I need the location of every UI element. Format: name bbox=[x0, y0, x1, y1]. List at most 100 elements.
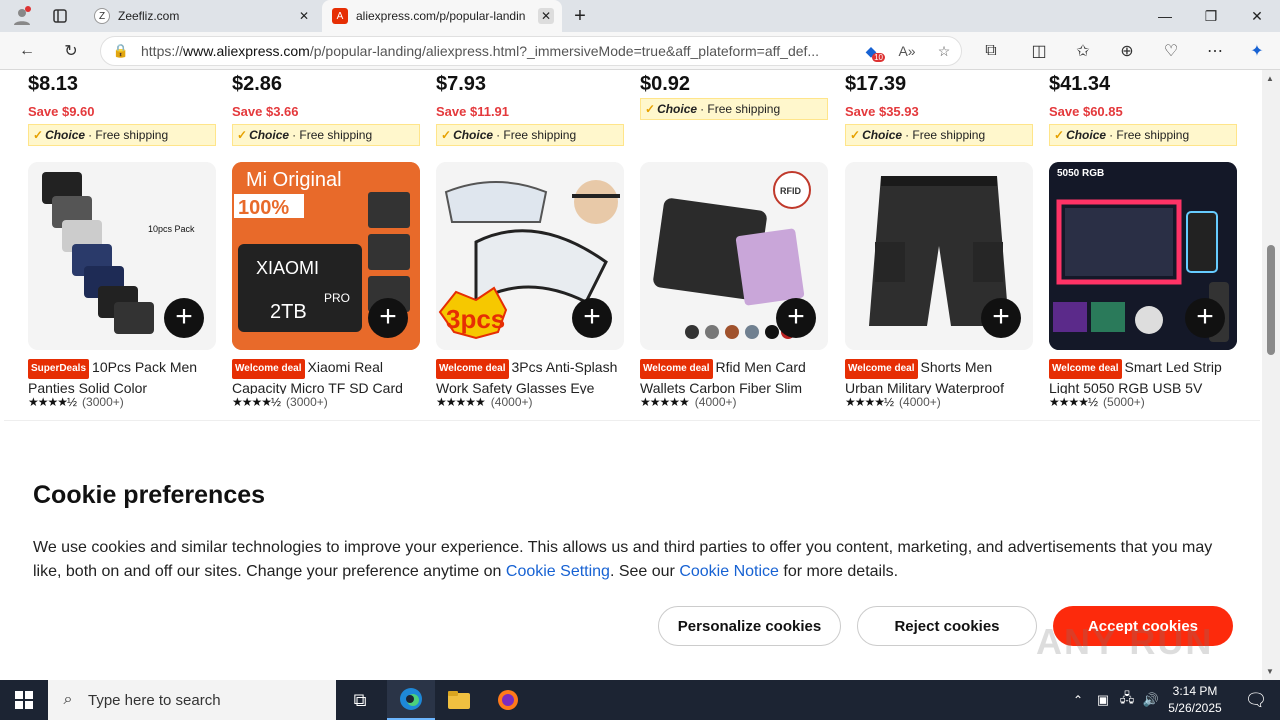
product-card[interactable]: RFID + Welcome deal Rfid Men Card Wallets… bbox=[640, 162, 828, 409]
read-aloud-icon[interactable]: A» bbox=[887, 43, 927, 59]
stars-icon: ★★★★½ bbox=[845, 395, 894, 409]
svg-text:RFID: RFID bbox=[780, 186, 801, 196]
price: $2.86 bbox=[232, 73, 283, 95]
tab-actions-icon[interactable] bbox=[40, 0, 80, 32]
svg-text:10pcs Pack: 10pcs Pack bbox=[148, 224, 195, 234]
product-title[interactable]: Welcome deal 3Pcs Anti-Splash Work Safety… bbox=[436, 358, 624, 394]
tab-zeefliz[interactable]: Z Zeefliz.com ✕ bbox=[84, 0, 320, 32]
deal-badge: Welcome deal bbox=[232, 359, 305, 379]
extension-badge: 10 bbox=[872, 52, 885, 62]
product-rating: ★★★★★ (4000+) bbox=[436, 395, 533, 409]
product-card[interactable]: 10pcs Pack + SuperDeals 10Pcs Pack Men Pa… bbox=[28, 162, 216, 409]
product-card[interactable]: + Welcome deal Shorts Men Urban Military … bbox=[845, 162, 1033, 409]
deal-badge: SuperDeals bbox=[28, 359, 90, 379]
add-to-cart-button[interactable]: + bbox=[981, 298, 1021, 338]
personalize-cookies-button[interactable]: Personalize cookies bbox=[658, 606, 841, 646]
product-image-sd-card[interactable]: Mi Original 100% XIAOMI 2TB PRO + bbox=[232, 162, 420, 350]
choice-shipping-badge: ✓ Choice · Free shipping bbox=[436, 124, 624, 146]
taskbar-search-box[interactable]: ⌕ Type here to search bbox=[48, 680, 336, 720]
svg-text:2TB: 2TB bbox=[270, 301, 307, 323]
cookie-notice-link[interactable]: Cookie Notice bbox=[679, 563, 779, 580]
more-menu-icon[interactable]: ⋯ bbox=[1200, 36, 1230, 66]
close-tab-icon[interactable]: ✕ bbox=[296, 8, 312, 24]
add-to-cart-button[interactable]: + bbox=[776, 298, 816, 338]
volume-icon[interactable]: 🔊 bbox=[1140, 680, 1162, 720]
product-title[interactable]: SuperDeals 10Pcs Pack Men Panties Solid C… bbox=[28, 358, 216, 394]
stars-icon: ★★★★½ bbox=[28, 395, 77, 409]
add-to-cart-button[interactable]: + bbox=[572, 298, 612, 338]
product-image-safety-glasses[interactable]: 3pcs + bbox=[436, 162, 624, 350]
device-icon[interactable]: ▣ bbox=[1092, 680, 1114, 720]
product-image-wallet[interactable]: RFID + bbox=[640, 162, 828, 350]
favorite-star-icon[interactable]: ☆ bbox=[927, 43, 961, 60]
price: $0.92 bbox=[640, 73, 691, 95]
task-view-icon[interactable]: ⧉ bbox=[336, 680, 384, 720]
extension-shield-icon[interactable]: ◆ 10 bbox=[855, 43, 887, 62]
product-image-shorts[interactable]: + bbox=[845, 162, 1033, 350]
back-icon[interactable]: ← bbox=[12, 36, 42, 66]
close-window-icon[interactable]: ✕ bbox=[1234, 0, 1280, 32]
product-title[interactable]: Welcome deal Rfid Men Card Wallets Carbon… bbox=[640, 358, 828, 394]
scroll-up-icon[interactable]: ▲ bbox=[1266, 74, 1274, 83]
reject-cookies-button[interactable]: Reject cookies bbox=[857, 606, 1037, 646]
close-tab-icon[interactable]: ✕ bbox=[538, 8, 554, 24]
page-scrollbar[interactable]: ▲ ▼ bbox=[1262, 70, 1280, 680]
file-explorer-icon[interactable] bbox=[435, 680, 483, 720]
save-amount: Save $11.91 bbox=[436, 104, 510, 119]
edge-browser-icon[interactable] bbox=[387, 680, 435, 720]
stars-icon: ★★★★★ bbox=[640, 395, 690, 409]
product-image-led-strip[interactable]: 5050 RGB + bbox=[1049, 162, 1237, 350]
notifications-icon[interactable]: 🗨 bbox=[1232, 680, 1280, 720]
search-placeholder: Type here to search bbox=[88, 691, 221, 709]
zeefliz-favicon-icon: Z bbox=[94, 8, 110, 24]
product-rating: ★★★★½ (3000+) bbox=[232, 395, 328, 409]
tab-aliexpress[interactable]: A aliexpress.com/p/popular-landin ✕ bbox=[322, 0, 562, 32]
stars-icon: ★★★★½ bbox=[232, 395, 281, 409]
copilot-icon[interactable]: ✦ bbox=[1242, 36, 1272, 66]
browser-toolbar: ← ↻ 🔒 https://www.aliexpress.com/p/popul… bbox=[0, 32, 1280, 70]
svg-text:5050 RGB: 5050 RGB bbox=[1057, 168, 1104, 179]
browser-essentials-icon[interactable]: ♡ bbox=[1156, 36, 1186, 66]
new-tab-icon[interactable]: + bbox=[564, 0, 596, 32]
windows-taskbar: ⌕ Type here to search ⧉ ⌃ ▣ 🖧 🔊 3:14 PM … bbox=[0, 680, 1280, 720]
product-card[interactable]: 3pcs + Welcome deal 3Pcs Anti-Splash Work… bbox=[436, 162, 624, 409]
extensions-icon[interactable]: ⧉ bbox=[976, 36, 1006, 66]
aliexpress-favicon-icon: A bbox=[332, 8, 348, 24]
product-card[interactable]: Mi Original 100% XIAOMI 2TB PRO + Welcom… bbox=[232, 162, 420, 409]
url-text[interactable]: https://www.aliexpress.com/p/popular-lan… bbox=[141, 43, 855, 59]
tab-title: aliexpress.com/p/popular-landin bbox=[356, 9, 526, 23]
price: $17.39 bbox=[845, 73, 907, 95]
scroll-down-icon[interactable]: ▼ bbox=[1266, 667, 1274, 676]
svg-text:XIAOMI: XIAOMI bbox=[256, 258, 319, 278]
cookie-setting-link[interactable]: Cookie Setting bbox=[506, 563, 610, 580]
product-title[interactable]: Welcome deal Smart Led Strip Light 5050 R… bbox=[1049, 358, 1237, 394]
product-card[interactable]: 5050 RGB + Welcome deal Smart Led Strip L… bbox=[1049, 162, 1237, 409]
address-bar[interactable]: 🔒 https://www.aliexpress.com/p/popular-l… bbox=[100, 36, 962, 66]
add-to-cart-button[interactable]: + bbox=[368, 298, 408, 338]
minimize-icon[interactable]: — bbox=[1142, 0, 1188, 32]
show-hidden-icons-icon[interactable]: ⌃ bbox=[1066, 680, 1090, 720]
price: $8.13 bbox=[28, 73, 79, 95]
taskbar-clock[interactable]: 3:14 PM 5/26/2025 bbox=[1160, 683, 1230, 717]
windows-start-icon[interactable] bbox=[0, 680, 48, 720]
page-content: $8.13 Save $9.60 ✓ Choice · Free shipping … bbox=[0, 70, 1262, 680]
scrollbar-thumb[interactable] bbox=[1267, 245, 1275, 355]
add-to-cart-button[interactable]: + bbox=[1185, 298, 1225, 338]
favorites-icon[interactable]: ✩ bbox=[1068, 36, 1098, 66]
profile-icon[interactable] bbox=[4, 0, 40, 32]
network-icon[interactable]: 🖧 bbox=[1116, 680, 1138, 720]
firefox-icon[interactable] bbox=[484, 680, 532, 720]
product-title[interactable]: Welcome deal Shorts Men Urban Military Wa… bbox=[845, 358, 1033, 394]
collections-icon[interactable]: ⊕ bbox=[1112, 36, 1142, 66]
split-screen-icon[interactable]: ◫ bbox=[1024, 36, 1054, 66]
cookie-heading: Cookie preferences bbox=[33, 481, 266, 509]
deal-badge: Welcome deal bbox=[1049, 359, 1122, 379]
add-to-cart-button[interactable]: + bbox=[164, 298, 204, 338]
product-title[interactable]: Welcome deal Xiaomi Real Capacity Micro T… bbox=[232, 358, 420, 394]
price: $7.93 bbox=[436, 73, 487, 95]
lock-icon[interactable]: 🔒 bbox=[101, 43, 141, 59]
product-image-underwear[interactable]: 10pcs Pack + bbox=[28, 162, 216, 350]
restore-icon[interactable]: ❐ bbox=[1188, 0, 1234, 32]
refresh-icon[interactable]: ↻ bbox=[56, 36, 86, 66]
svg-text:3pcs: 3pcs bbox=[446, 304, 505, 334]
